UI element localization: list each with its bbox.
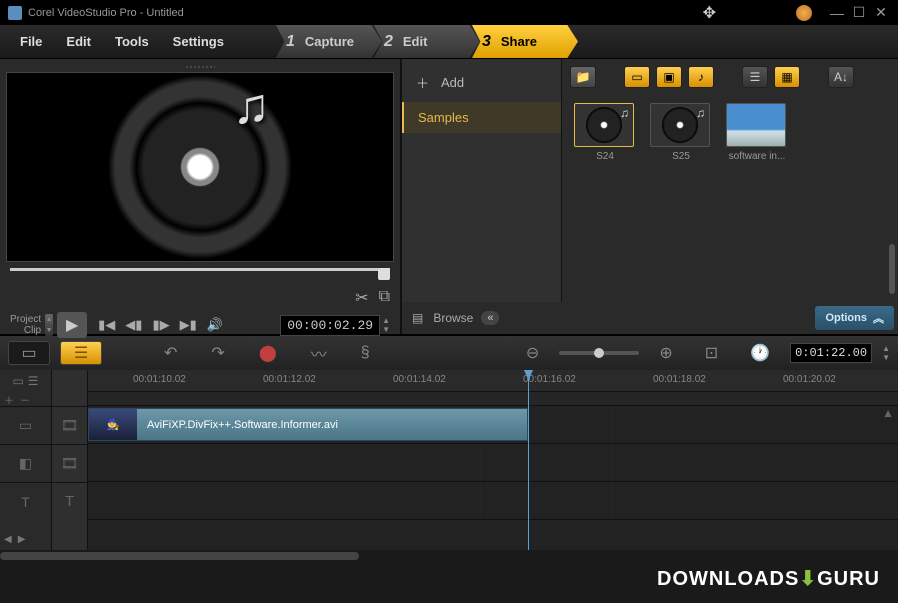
go-start-button[interactable]: ▮◀	[98, 317, 115, 333]
view-thumb-button[interactable]: ▦	[774, 66, 800, 88]
timeline-ruler[interactable]: 00:01:10.02 00:01:12.02 00:01:14.02 00:0…	[88, 370, 898, 392]
close-button[interactable]: ✕	[872, 4, 890, 21]
menu-tools[interactable]: Tools	[103, 34, 161, 49]
open-folder-button[interactable]: 📁	[570, 66, 596, 88]
storyboard-view-button[interactable]: ▭	[8, 341, 50, 365]
menu-settings[interactable]: Settings	[161, 34, 236, 49]
filter-audio-button[interactable]: ♪	[688, 66, 714, 88]
thumb-software[interactable]: software in...	[726, 103, 788, 162]
clip-thumbnail: 🧙	[89, 409, 137, 440]
folder-samples[interactable]: Samples	[402, 102, 561, 133]
chapter-row[interactable]	[88, 392, 898, 406]
volume-icon[interactable]: 🔊	[207, 317, 223, 333]
library-panel: ＋ Add Samples 📁 ▭ ▣ ♪ ☰ ▦ A↓ ♫ S24	[400, 59, 898, 334]
track-header-video[interactable]: ▭	[0, 406, 51, 444]
remove-marker-icon[interactable]: －	[20, 392, 30, 407]
move-icon[interactable]: ✥	[703, 3, 716, 23]
browse-icon: ▤	[412, 311, 423, 325]
zoom-out-button[interactable]: ⊖	[526, 343, 539, 363]
window-title: Corel VideoStudio Pro - Untitled	[28, 7, 184, 19]
filter-photo-button[interactable]: ▣	[656, 66, 682, 88]
timecode-spinner[interactable]: ▲▼	[382, 316, 390, 334]
overlay-track[interactable]	[88, 444, 898, 482]
preview-timecode[interactable]: 00:00:02.29	[280, 315, 380, 336]
add-button[interactable]: ＋ Add	[402, 63, 561, 102]
menu-edit[interactable]: Edit	[54, 34, 103, 49]
timeline-duration: 0:01:22.00	[790, 343, 872, 363]
track-manager-icon[interactable]: ▭	[12, 374, 23, 388]
playhead[interactable]	[528, 370, 529, 550]
step-capture[interactable]: 1 Capture	[276, 25, 382, 58]
go-end-button[interactable]: ▶▮	[180, 317, 197, 333]
app-icon	[8, 6, 22, 20]
seek-bar[interactable]	[10, 268, 390, 282]
thumb-s24[interactable]: ♫ S24	[574, 103, 636, 162]
timeline-clip[interactable]: 🧙 AviFiXP.DivFix++.Software.Informer.avi	[88, 408, 528, 441]
zoom-slider[interactable]	[559, 351, 639, 355]
scroll-up-icon[interactable]: ▲	[882, 406, 894, 420]
watermark: DOWNLOADS⬇GURU	[657, 566, 880, 591]
timeline-hscrollbar[interactable]	[0, 550, 898, 562]
sort-button[interactable]: A↓	[828, 66, 854, 88]
chevron-up-icon: ︽	[873, 310, 884, 326]
track-options-icon[interactable]: ☰	[28, 374, 39, 388]
track-header-title[interactable]: T	[0, 482, 51, 520]
next-frame-button[interactable]: ▮▶	[152, 317, 169, 333]
record-button[interactable]: ⬤	[259, 343, 277, 363]
mode-toggle[interactable]: ▲▼	[45, 314, 53, 336]
add-marker-icon[interactable]: ＋	[4, 392, 14, 407]
undo-button[interactable]: ↶	[164, 343, 177, 363]
thumb-s25[interactable]: ♫ S25	[650, 103, 712, 162]
cut-icon[interactable]: ✂	[355, 288, 368, 308]
step-share[interactable]: 3 Share	[472, 25, 578, 58]
options-button[interactable]: Options ︽	[815, 306, 894, 330]
step-edit[interactable]: 2 Edit	[374, 25, 480, 58]
preview-content: ♫	[100, 72, 300, 262]
filter-video-button[interactable]: ▭	[624, 66, 650, 88]
redo-button[interactable]: ↷	[211, 343, 224, 363]
overlay-track-icon[interactable]: 🎞	[52, 444, 87, 482]
video-track-icon[interactable]: 🎞	[52, 406, 87, 444]
timeline-panel: ▭ ☰ ↶ ↷ ⬤ 〰 § ⊖ ⊕ ⊡ 🕐 0:01:22.00 ▲▼ ▭ ☰ ＋…	[0, 334, 898, 562]
music-note-icon: ♫	[233, 77, 271, 135]
timeline-view-button[interactable]: ☰	[60, 341, 102, 365]
split-icon[interactable]: ⧉	[379, 288, 390, 308]
mode-labels: Project Clip	[10, 314, 41, 336]
title-track-icon[interactable]: ꓔ	[52, 482, 87, 520]
video-track[interactable]: 🧙 AviFiXP.DivFix++.Software.Informer.avi	[88, 406, 898, 444]
drag-handle-icon[interactable]	[185, 65, 215, 70]
decor-icon	[796, 5, 812, 21]
fit-project-button[interactable]: ⊡	[705, 343, 718, 363]
preview-panel: ♫ ✂ ⧉ Project Clip ▲▼ ▶ ▮◀ ◀▮ ▮▶ ▶▮ 🔊 00	[0, 59, 400, 334]
maximize-button[interactable]: ☐	[850, 4, 868, 21]
minimize-button[interactable]: —	[828, 5, 846, 21]
library-scrollbar[interactable]	[888, 99, 896, 294]
zoom-in-button[interactable]: ⊕	[659, 343, 672, 363]
collapse-button[interactable]: «	[481, 311, 499, 325]
scroll-right-icon[interactable]: ▶	[18, 534, 26, 545]
auto-music-button[interactable]: §	[361, 344, 370, 362]
plus-icon: ＋	[416, 73, 429, 92]
view-list-button[interactable]: ☰	[742, 66, 768, 88]
prev-frame-button[interactable]: ◀▮	[125, 317, 142, 333]
preview-screen[interactable]: ♫	[6, 72, 394, 262]
track-header-overlay[interactable]: ◧	[0, 444, 51, 482]
browse-button[interactable]: ▤ Browse	[412, 311, 473, 325]
play-button[interactable]: ▶	[57, 312, 87, 338]
duration-spinner[interactable]: ▲▼	[882, 344, 890, 362]
project-duration-icon: 🕐	[750, 343, 770, 363]
audio-mixer-button[interactable]: 〰	[311, 341, 327, 365]
scroll-left-icon[interactable]: ◀	[4, 534, 12, 545]
menu-file[interactable]: File	[8, 34, 54, 49]
title-track[interactable]	[88, 482, 898, 520]
